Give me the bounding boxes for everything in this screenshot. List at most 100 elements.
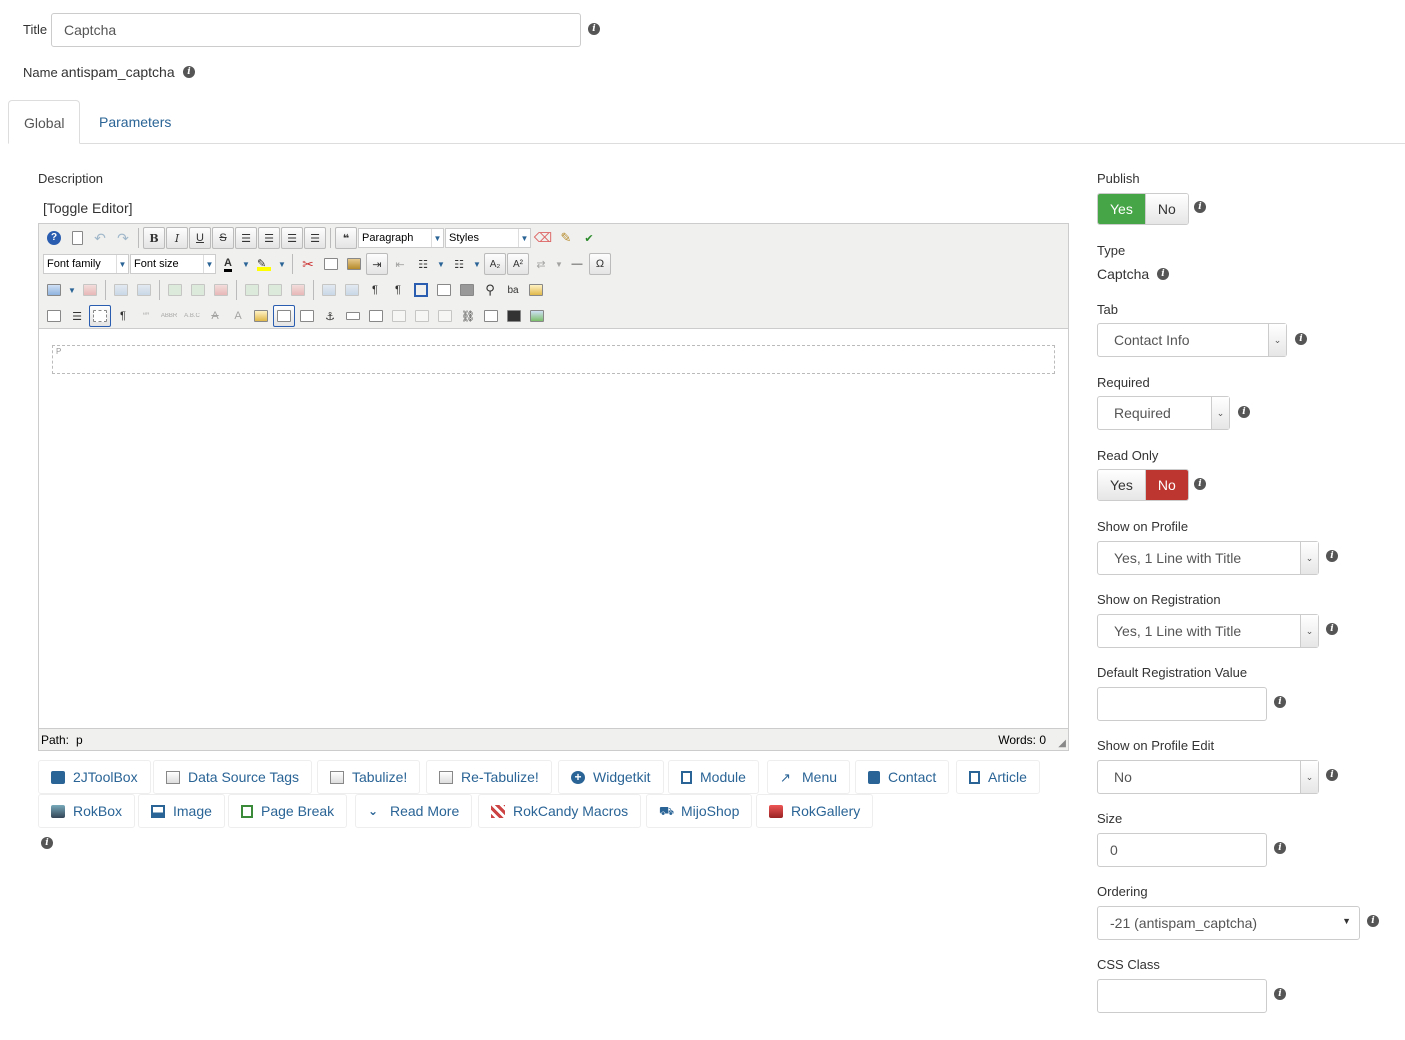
indent-icon[interactable]: ⇥: [366, 253, 388, 275]
rokgallery-button[interactable]: RokGallery: [756, 794, 874, 828]
undo-icon[interactable]: ↶: [89, 227, 111, 249]
cell-props-icon[interactable]: [133, 279, 155, 301]
nonbreaking-icon[interactable]: [296, 305, 318, 327]
article-button[interactable]: Article: [956, 760, 1040, 794]
template-icon[interactable]: [525, 279, 547, 301]
superscript-icon[interactable]: A²: [507, 253, 529, 275]
document-icon[interactable]: [480, 305, 502, 327]
size-input[interactable]: [1097, 833, 1267, 867]
move-forward-icon[interactable]: [388, 305, 410, 327]
publish-yes-button[interactable]: Yes: [1098, 194, 1145, 224]
insert-col-after-icon[interactable]: [264, 279, 286, 301]
rtl-icon[interactable]: ¶: [387, 279, 409, 301]
help-icon[interactable]: ?: [43, 227, 65, 249]
read-only-no-button[interactable]: No: [1144, 470, 1188, 500]
default-registration-value-input[interactable]: [1097, 687, 1267, 721]
table-icon[interactable]: [43, 279, 65, 301]
insert-image-icon[interactable]: [526, 305, 548, 327]
anchor-icon[interactable]: ⚓: [319, 305, 341, 327]
toggle-editor-link[interactable]: [Toggle Editor]: [43, 200, 133, 216]
ordering-select[interactable]: -21 (antispam_captcha) ▼: [1097, 906, 1360, 940]
numbered-list-icon[interactable]: ☷: [412, 253, 434, 275]
chevron-down-icon[interactable]: ▼: [471, 253, 483, 275]
image-button[interactable]: Image: [138, 794, 225, 828]
merge-cells-icon[interactable]: [341, 279, 363, 301]
format-select[interactable]: Paragraph ▼: [358, 228, 444, 248]
data-source-tags-button[interactable]: Data Source Tags: [153, 760, 313, 794]
underline-button[interactable]: U: [189, 227, 211, 249]
redo-icon[interactable]: ↷: [112, 227, 134, 249]
font-family-select[interactable]: Font family ▼: [43, 254, 129, 274]
cut-icon[interactable]: ✂: [297, 253, 319, 275]
description-info-icon[interactable]: i: [41, 837, 53, 849]
insert-col-before-icon[interactable]: [241, 279, 263, 301]
paragraph-mark-icon[interactable]: ¶: [112, 305, 134, 327]
eraser-icon[interactable]: ⌫: [532, 227, 554, 249]
abbr-icon[interactable]: ABBR: [158, 305, 180, 327]
strikethrough-button[interactable]: S: [212, 227, 234, 249]
italic-button[interactable]: I: [166, 227, 188, 249]
read-more-button[interactable]: ⌄ Read More: [355, 794, 473, 828]
read-only-yes-button[interactable]: Yes: [1098, 470, 1145, 500]
fullscreen-icon[interactable]: [410, 279, 432, 301]
chevron-down-icon[interactable]: ▼: [66, 279, 78, 301]
insert-row-before-icon[interactable]: [164, 279, 186, 301]
show-on-profile-select[interactable]: Yes, 1 Line with Title ⌄: [1097, 541, 1319, 575]
default-registration-value-info-icon[interactable]: i: [1274, 696, 1286, 708]
spellcheck-icon[interactable]: ✔: [578, 227, 600, 249]
text-direction-icon[interactable]: ⇄: [530, 253, 552, 275]
tab-global[interactable]: Global: [8, 100, 81, 144]
read-only-info-icon[interactable]: i: [1194, 478, 1206, 490]
copy-icon[interactable]: [320, 253, 342, 275]
title-info-icon[interactable]: i: [588, 23, 600, 35]
justify-icon[interactable]: ☰: [235, 227, 257, 249]
delete-table-icon[interactable]: [79, 279, 101, 301]
rokcandy-macros-button[interactable]: RokCandy Macros: [478, 794, 642, 828]
outdent-icon[interactable]: ⇤: [389, 253, 411, 275]
tab-info-icon[interactable]: i: [1295, 333, 1307, 345]
row-props-icon[interactable]: [110, 279, 132, 301]
show-on-registration-info-icon[interactable]: i: [1326, 623, 1338, 635]
font-size-select[interactable]: Font size ▼: [130, 254, 216, 274]
css-class-info-icon[interactable]: i: [1274, 988, 1286, 1000]
path-value[interactable]: p: [76, 733, 83, 747]
acronym-icon[interactable]: A.B.C: [181, 305, 203, 327]
bullet-list-icon[interactable]: ☷: [448, 253, 470, 275]
show-on-registration-select[interactable]: Yes, 1 Line with Title ⌄: [1097, 614, 1319, 648]
required-info-icon[interactable]: i: [1238, 406, 1250, 418]
link-icon[interactable]: ⛓: [457, 305, 479, 327]
new-document-icon[interactable]: [66, 227, 88, 249]
media-icon[interactable]: [503, 305, 525, 327]
hr-insert-icon[interactable]: [342, 305, 364, 327]
editor-content-area[interactable]: P: [39, 328, 1068, 730]
css-class-input[interactable]: [1097, 979, 1267, 1013]
replace-icon[interactable]: ba: [502, 279, 524, 301]
tab-parameters[interactable]: Parameters: [84, 100, 186, 144]
menu-button[interactable]: ↗ Menu: [767, 760, 851, 794]
delete-row-icon[interactable]: [210, 279, 232, 301]
print-icon[interactable]: [456, 279, 478, 301]
name-info-icon[interactable]: i: [183, 66, 195, 78]
show-on-profile-edit-select[interactable]: No ⌄: [1097, 760, 1319, 794]
mijoshop-button[interactable]: ⛟ MijoShop: [646, 794, 753, 828]
html-source-icon[interactable]: [43, 305, 65, 327]
size-info-icon[interactable]: i: [1274, 842, 1286, 854]
bold-button[interactable]: B: [143, 227, 165, 249]
chevron-down-icon[interactable]: ▼: [276, 253, 288, 275]
align-right-icon[interactable]: ☰: [304, 227, 326, 249]
title-input[interactable]: [51, 13, 581, 47]
insert-row-after-icon[interactable]: [187, 279, 209, 301]
absolute-icon[interactable]: [434, 305, 456, 327]
rokbox-button[interactable]: RokBox: [38, 794, 136, 828]
visual-aid-icon[interactable]: [89, 305, 111, 327]
show-on-profile-info-icon[interactable]: i: [1326, 550, 1338, 562]
type-info-icon[interactable]: i: [1157, 268, 1169, 280]
layer-icon[interactable]: [365, 305, 387, 327]
cite-icon[interactable]: “”: [135, 305, 157, 327]
search-icon[interactable]: ⚲: [479, 279, 501, 301]
chevron-down-icon[interactable]: ▼: [553, 253, 565, 275]
module-button[interactable]: Module: [668, 760, 759, 794]
contact-button[interactable]: Contact: [855, 760, 950, 794]
del-icon[interactable]: A: [204, 305, 226, 327]
styles-select[interactable]: Styles ▼: [445, 228, 531, 248]
